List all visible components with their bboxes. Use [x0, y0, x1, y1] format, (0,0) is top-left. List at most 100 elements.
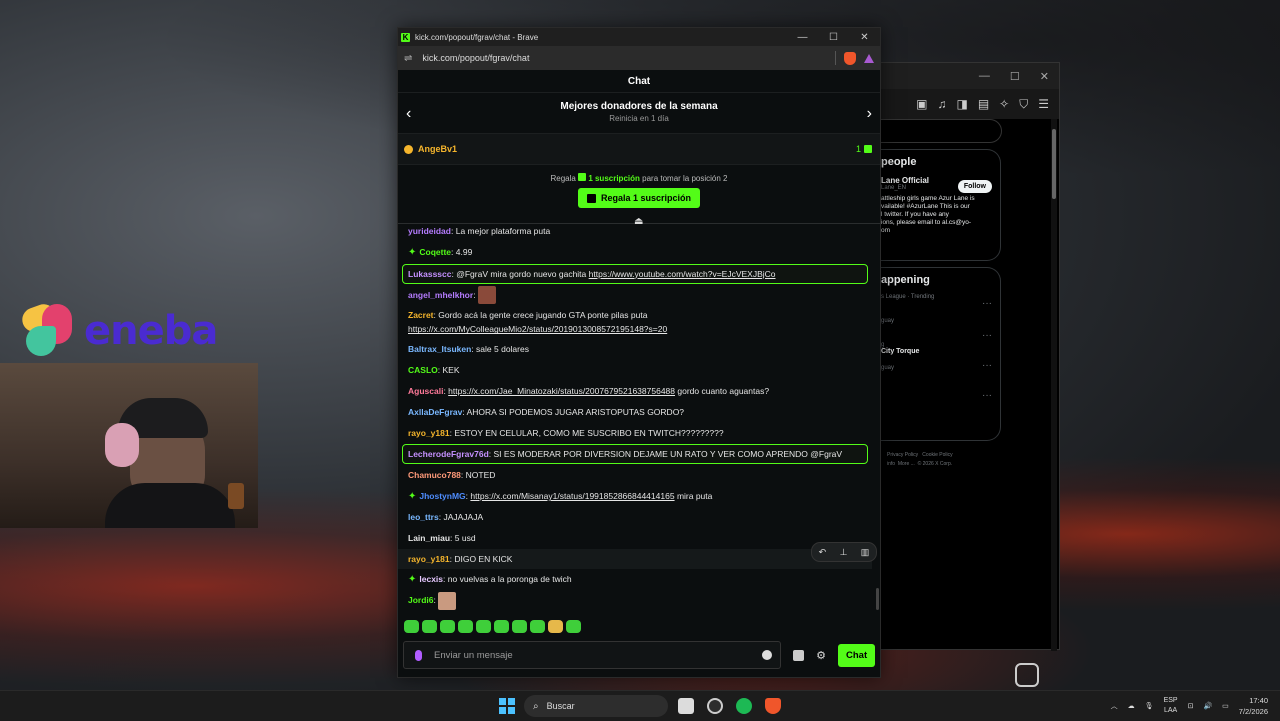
more-icon[interactable]: ··· [982, 298, 992, 309]
minimize-icon[interactable]: — [979, 70, 990, 82]
emote-icon[interactable] [422, 620, 437, 633]
emote-image[interactable] [438, 591, 457, 610]
minimize-button[interactable]: — [787, 28, 818, 46]
chat-message[interactable]: Lukassscc: @FgraV mira gordo nuevo gachi… [402, 263, 868, 284]
scrollbar[interactable] [876, 588, 879, 610]
maximize-icon[interactable]: ☐ [1010, 70, 1020, 83]
reply-icon[interactable]: ↶ [819, 547, 827, 558]
chat-username[interactable]: rayo_y181 [408, 428, 450, 438]
chat-username[interactable]: Zacret [408, 310, 434, 320]
emote-icon[interactable] [530, 620, 545, 633]
maximize-button[interactable]: ☐ [818, 28, 849, 46]
chat-message[interactable]: ✦ lecxis: no vuelvas a la poronga de twic… [398, 569, 872, 590]
chat-username[interactable]: Aguscali [408, 386, 443, 396]
footer-link[interactable]: Cookie Policy [922, 452, 952, 458]
chat-username[interactable]: Lain_miau [408, 533, 450, 543]
reader-icon[interactable]: ▣ [916, 97, 927, 111]
sidebar-icon[interactable]: ◨ [956, 97, 967, 111]
chat-username[interactable]: LecherodeFgrav76d [408, 449, 489, 459]
chat-username[interactable]: Chamuco788 [408, 470, 461, 480]
send-chat-button[interactable]: Chat [838, 643, 876, 667]
emote-icon[interactable] [458, 620, 473, 633]
close-button[interactable]: ✕ [849, 28, 880, 46]
top-donor-name[interactable]: AngeBv1 [418, 144, 457, 154]
chat-message[interactable]: ✦ Coqette: 4.99 [398, 242, 872, 263]
url-text[interactable]: kick.com/popout/fgrav/chat [422, 53, 529, 63]
chat-message[interactable]: Jordi6: [398, 590, 872, 611]
background-browser-window[interactable]: — ☐ ✕ ▣ ♫ ◨ ▤ ✧ ⛉ ☰ people Lane Official L… [880, 62, 1060, 687]
chat-username[interactable]: Baltrax_Itsuken [408, 344, 471, 354]
chat-message[interactable]: ✦ JhostynMG: https://x.com/Misanay1/statu… [398, 486, 872, 507]
message-input[interactable] [432, 648, 736, 662]
emoji-icon[interactable] [762, 650, 772, 660]
spotify-icon[interactable] [736, 698, 752, 714]
chevron-up-icon[interactable]: ︿ [1111, 701, 1118, 711]
more-icon[interactable]: ··· [982, 390, 992, 401]
brave-shields-icon[interactable] [844, 51, 856, 65]
chat-message[interactable]: Baltrax_Itsuken: sale 5 dolares [398, 339, 872, 360]
trend-title[interactable]: City Torque [881, 348, 994, 355]
emote-icon[interactable] [512, 620, 527, 633]
address-bar[interactable]: ⇌ kick.com/popout/fgrav/chat [398, 46, 880, 70]
scrollbar[interactable] [1051, 119, 1057, 651]
store-icon[interactable] [793, 649, 804, 661]
microphone-icon[interactable] [415, 649, 422, 661]
message-link[interactable]: https://x.com/Jae_Minatozaki/status/2007… [448, 386, 675, 396]
taskbar-search[interactable]: ⌕ Buscar [524, 695, 668, 717]
emote-icon[interactable] [476, 620, 491, 633]
emote-icon[interactable] [548, 620, 563, 633]
chat-message[interactable]: yurideidad: La mejor plataforma puta [398, 221, 872, 242]
emote-icon[interactable] [566, 620, 581, 633]
message-link[interactable]: https://x.com/Misanay1/status/1991852866… [470, 491, 674, 501]
volume-icon[interactable]: 🔊 [1203, 702, 1212, 710]
message-link[interactable]: https://www.youtube.com/watch?v=EJcVEXJB… [589, 269, 776, 279]
chat-message[interactable]: Zacret: Gordo acá la gente crece jugando… [398, 305, 872, 339]
chat-message[interactable]: rayo_y181: ESTOY EN CELULAR, COMO ME SUS… [398, 423, 872, 444]
brave-icon[interactable] [765, 698, 781, 714]
chat-message[interactable]: LecherodeFgrav76d: SI ES MODERAR POR DIV… [402, 444, 868, 465]
leo-icon[interactable]: ✧ [999, 97, 1009, 111]
chat-message[interactable]: Chamuco788: NOTED [398, 465, 872, 486]
chat-username[interactable]: CASLO [408, 365, 438, 375]
emote-icon[interactable] [404, 620, 419, 633]
chat-username[interactable]: Lukassscc [408, 269, 451, 279]
gift-sub-button[interactable]: Regala 1 suscripción [577, 188, 701, 208]
file-explorer-icon[interactable] [678, 698, 694, 714]
chat-username[interactable]: lecxis [419, 574, 443, 584]
menu-icon[interactable]: ☰ [1038, 97, 1049, 111]
chat-message[interactable]: angel_mhelkhor: [398, 285, 872, 306]
emote-icon[interactable] [440, 620, 455, 633]
microphone-tray-icon[interactable]: 🎙 [1145, 702, 1154, 710]
battery-icon[interactable]: ▭ [1222, 702, 1229, 710]
chat-username[interactable]: leo_ttrs [408, 512, 439, 522]
obs-icon[interactable] [707, 698, 723, 714]
grok-icon[interactable] [1015, 663, 1039, 687]
chat-username[interactable]: JhostynMG [419, 491, 465, 501]
chevron-left-icon[interactable]: ‹ [406, 105, 411, 123]
cloud-icon[interactable]: ☁ [1128, 702, 1135, 710]
chat-input-box[interactable] [403, 641, 781, 669]
language-indicator[interactable]: ESP LAA [1164, 696, 1178, 716]
footer-link[interactable]: Privacy Policy [887, 452, 918, 458]
windows-start-icon[interactable] [499, 698, 515, 714]
chat-username[interactable]: rayo_y181 [408, 554, 450, 564]
more-icon[interactable]: ··· [982, 360, 992, 371]
more-icon[interactable]: ··· [982, 330, 992, 341]
brave-rewards-icon[interactable] [864, 53, 874, 63]
chat-username[interactable]: angel_mhelkhor [408, 290, 473, 300]
delete-icon[interactable]: ▥ [861, 547, 870, 558]
wallet-icon[interactable]: ▤ [978, 97, 989, 111]
chat-username[interactable]: yurideidad [408, 226, 451, 236]
emote-image[interactable] [477, 286, 496, 305]
chat-username[interactable]: AxllaDeFgrav [408, 407, 462, 417]
site-settings-icon[interactable]: ⇌ [404, 53, 412, 64]
emote-icon[interactable] [494, 620, 509, 633]
gear-icon[interactable]: ⚙ [814, 648, 828, 662]
chat-message[interactable]: Lain_miau: 5 usd [398, 528, 872, 549]
top-donor-row[interactable]: AngeBv1 1 [398, 134, 880, 165]
message-link[interactable]: https://x.com/MyColleagueMio2/status/201… [408, 324, 667, 334]
network-icon[interactable]: ⊡ [1188, 702, 1194, 710]
follow-button[interactable]: Follow [957, 180, 992, 193]
chat-message[interactable]: leo_ttrs: JAJAJAJA [398, 507, 872, 528]
chat-username[interactable]: Jordi6 [408, 595, 434, 605]
